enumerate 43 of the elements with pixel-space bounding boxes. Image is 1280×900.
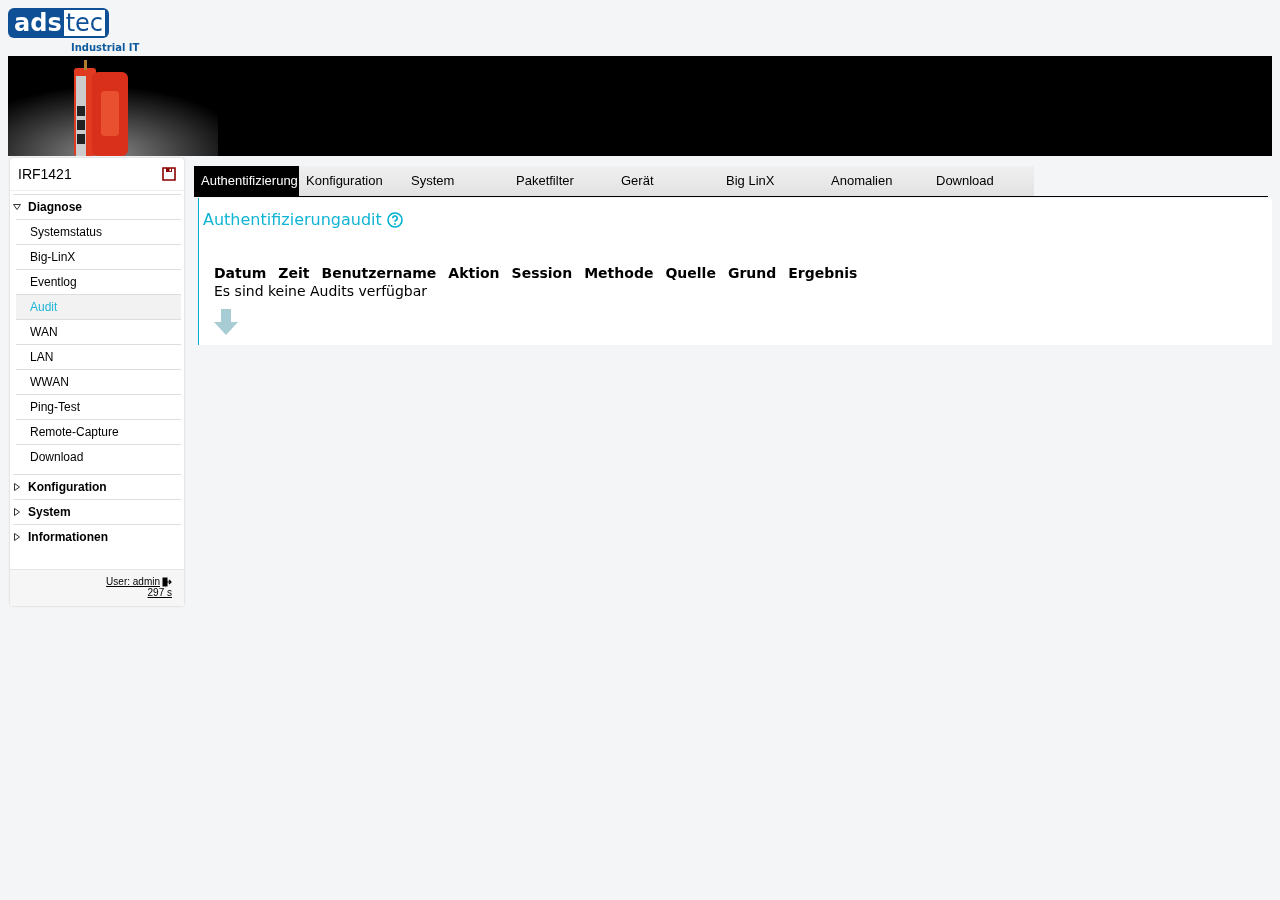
nav-section[interactable]: Konfiguration: [13, 474, 181, 499]
column-header: Quelle: [665, 265, 716, 281]
user-link[interactable]: User: admin: [106, 576, 160, 587]
column-header: Datum: [214, 265, 267, 281]
panel-title: Authentifizierungaudit: [203, 210, 382, 229]
logo-tagline: Industrial IT: [71, 42, 140, 53]
tab[interactable]: Paketfilter: [509, 166, 614, 196]
tab[interactable]: Authentifizierung: [194, 166, 299, 196]
column-header: Session: [511, 265, 573, 281]
collapsed-triangle-icon: [13, 533, 21, 541]
nav-item[interactable]: WWAN: [16, 369, 181, 394]
device-name: IRF1421: [18, 166, 72, 182]
column-header: Grund: [727, 265, 777, 281]
nav-section[interactable]: System: [13, 499, 181, 524]
column-header: Methode: [584, 265, 654, 281]
collapsed-triangle-icon: [13, 483, 21, 491]
nav-item[interactable]: Remote-Capture: [16, 419, 181, 444]
column-header: Zeit: [278, 265, 310, 281]
tab[interactable]: Anomalien: [824, 166, 929, 196]
column-header: Ergebnis: [788, 265, 858, 281]
save-icon[interactable]: [162, 167, 176, 181]
nav-item[interactable]: WAN: [16, 319, 181, 344]
nav-item[interactable]: Download: [16, 444, 181, 469]
nav-item[interactable]: LAN: [16, 344, 181, 369]
tab[interactable]: Gerät: [614, 166, 719, 196]
empty-message: Es sind keine Audits verfügbar: [214, 283, 429, 299]
nav-section[interactable]: Informationen: [13, 524, 181, 549]
nav-item[interactable]: Ping-Test: [16, 394, 181, 419]
tab[interactable]: Big LinX: [719, 166, 824, 196]
tab[interactable]: System: [404, 166, 509, 196]
logout-icon[interactable]: [162, 576, 172, 587]
company-logo: ads tec: [8, 8, 110, 38]
column-header: Benutzername: [321, 265, 437, 281]
column-header: Aktion: [448, 265, 500, 281]
session-timer-link[interactable]: 297 s: [147, 587, 172, 598]
collapsed-triangle-icon: [13, 508, 21, 516]
nav-item[interactable]: Big-LinX: [16, 244, 181, 269]
tab[interactable]: Konfiguration: [299, 166, 404, 196]
nav-item[interactable]: Systemstatus: [16, 219, 181, 244]
tab[interactable]: Download: [929, 166, 1034, 196]
expanded-triangle-icon: [13, 203, 21, 211]
nav-section[interactable]: Diagnose: [13, 194, 181, 219]
help-icon[interactable]: [386, 211, 403, 228]
